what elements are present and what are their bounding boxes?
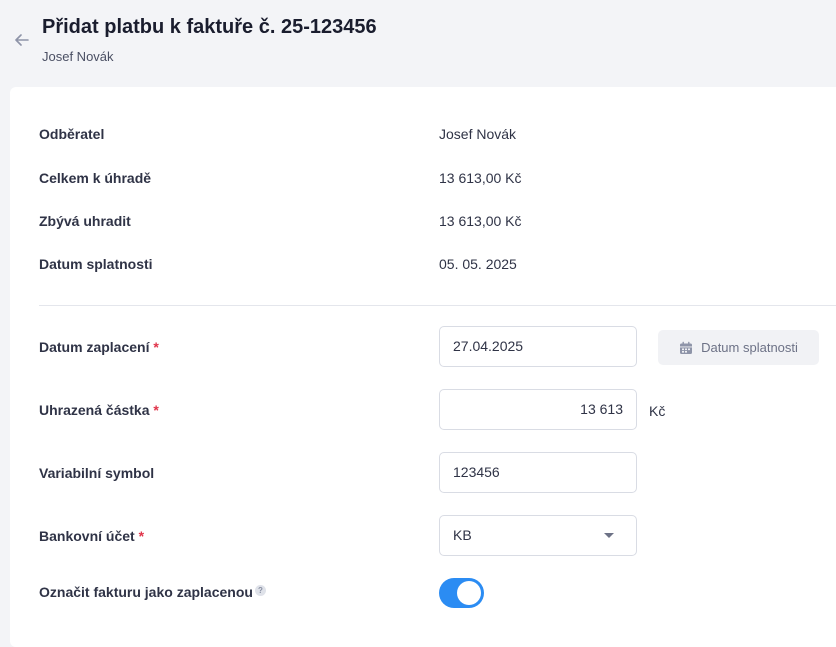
bank-account-label-text: Bankovní účet (39, 528, 135, 544)
toggle-knob (457, 581, 481, 605)
bank-account-label: Bankovní účet * (39, 528, 144, 544)
due-date-button[interactable]: Datum splatnosti (658, 330, 819, 365)
variable-symbol-label: Variabilní symbol (39, 465, 155, 481)
currency-label: Kč (649, 403, 666, 419)
due-date-button-label: Datum splatnosti (701, 340, 798, 355)
customer-label: Odběratel (39, 126, 105, 142)
page-subtitle: Josef Novák (42, 49, 114, 64)
total-label: Celkem k úhradě (39, 170, 152, 186)
required-mark: * (138, 528, 145, 544)
page-title: Přidat platbu k faktuře č. 25-123456 (42, 16, 377, 38)
arrow-left-icon (15, 34, 29, 46)
mark-paid-label: Označit fakturu jako zaplacenou? (39, 584, 266, 600)
divider (39, 305, 836, 306)
payment-date-input[interactable]: 27.04.2025 (439, 326, 637, 367)
remaining-value: 13 613,00 Kč (439, 213, 522, 229)
remaining-label: Zbývá uhradit (39, 213, 131, 229)
amount-label-text: Uhrazená částka (39, 402, 150, 418)
mark-paid-label-text: Označit fakturu jako zaplacenou (39, 584, 253, 600)
chevron-down-icon (604, 533, 614, 538)
customer-value: Josef Novák (439, 126, 517, 142)
due-date-value: 05. 05. 2025 (439, 256, 517, 272)
bank-account-value: KB (453, 527, 472, 543)
required-mark: * (153, 402, 159, 418)
variable-symbol-input[interactable]: 123456 (439, 452, 637, 493)
payment-card: Odběratel Josef Novák Celkem k úhradě 13… (10, 87, 836, 647)
payment-date-label-text: Datum zaplacení (39, 339, 150, 355)
total-value: 13 613,00 Kč (439, 170, 522, 186)
due-date-label: Datum splatnosti (39, 256, 153, 272)
calendar-icon (680, 341, 693, 354)
required-mark: * (153, 339, 159, 355)
payment-date-label: Datum zaplacení * (39, 339, 159, 355)
page-header: Přidat platbu k faktuře č. 25-123456 Jos… (0, 0, 836, 86)
back-arrow-icon[interactable] (13, 33, 31, 51)
mark-paid-toggle[interactable] (439, 578, 484, 608)
help-icon[interactable]: ? (254, 585, 266, 596)
amount-label: Uhrazená částka * (39, 402, 159, 418)
bank-account-select[interactable]: KB (439, 515, 637, 556)
amount-input[interactable]: 13 613 (439, 389, 637, 430)
